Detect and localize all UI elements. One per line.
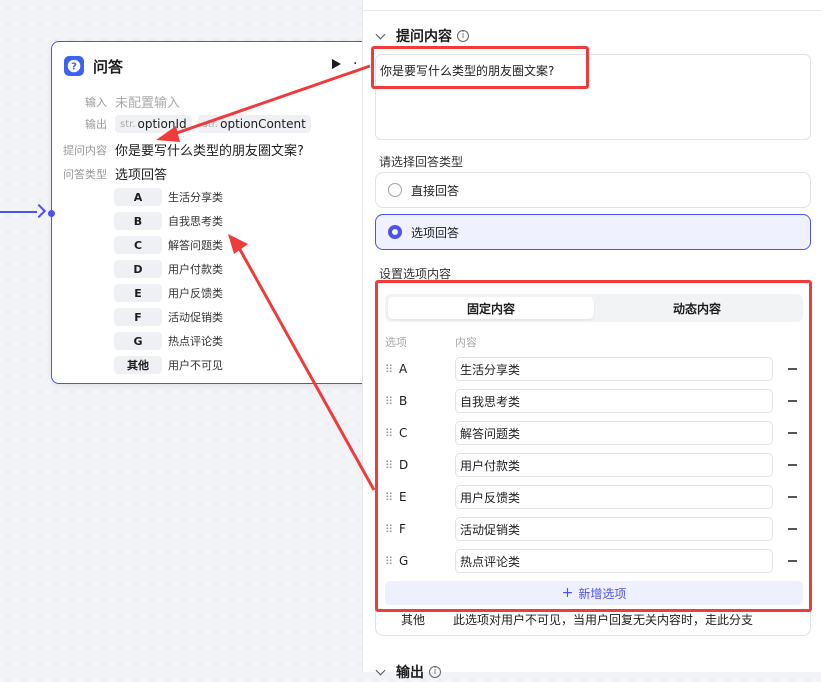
- annotation-arrowhead: [228, 234, 248, 254]
- annotation-arrows: [156, 64, 376, 491]
- annotation-arrow-options: [236, 245, 376, 491]
- annotation-arrow-question: [167, 64, 371, 138]
- annotation-arrowhead: [156, 126, 180, 142]
